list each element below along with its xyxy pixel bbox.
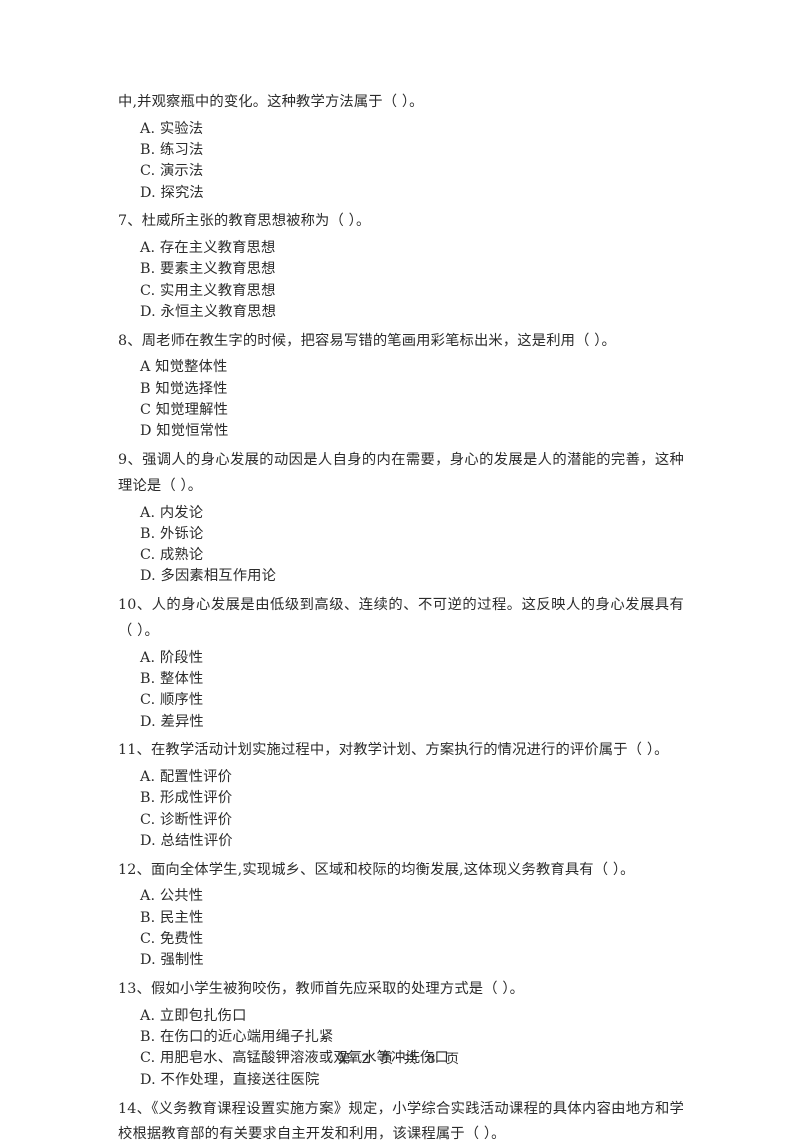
question-10: 10、人的身心发展是由低级到高级、连续的、不可逆的过程。这反映人的身心发展具有（…: [118, 593, 684, 733]
question-11: 11、在教学活动计划实施过程中，对教学计划、方案执行的情况进行的评价属于（ ）。…: [118, 738, 684, 852]
option-item[interactable]: D 知觉恒常性: [118, 421, 684, 442]
option-item[interactable]: D. 探究法: [118, 183, 684, 204]
option-item[interactable]: D. 多因素相互作用论: [118, 566, 684, 587]
option-item[interactable]: A. 公共性: [118, 886, 684, 907]
page-footer: 第 2 页 共 8 页: [337, 1052, 463, 1067]
option-item[interactable]: C. 免费性: [118, 929, 684, 950]
page-content: 中,并观察瓶中的变化。这种教学方法属于（ ）。 A. 实验法 B. 练习法 C.…: [118, 90, 684, 1148]
option-item[interactable]: B. 练习法: [118, 140, 684, 161]
option-item[interactable]: C. 诊断性评价: [118, 810, 684, 831]
question-stem: 9、强调人的身心发展的动因是人自身的内在需要，身心的发展是人的潜能的完善，这种理…: [118, 452, 684, 494]
option-item[interactable]: A. 阶段性: [118, 648, 684, 669]
option-item[interactable]: D. 不作处理，直接送往医院: [118, 1070, 684, 1091]
question-stem: 中,并观察瓶中的变化。这种教学方法属于（ ）。: [118, 94, 424, 110]
option-list: A. 阶段性 B. 整体性 C. 顺序性 D. 差异性: [118, 648, 684, 733]
question-13: 13、假如小学生被狗咬伤，教师首先应采取的处理方式是（ ）。 A. 立即包扎伤口…: [118, 977, 684, 1091]
question-stem: 12、面向全体学生,实现城乡、区域和校际的均衡发展,这体现义务教育具有（ ）。: [118, 861, 635, 878]
question-9: 9、强调人的身心发展的动因是人自身的内在需要，身心的发展是人的潜能的完善，这种理…: [118, 448, 684, 588]
option-item[interactable]: B. 形成性评价: [118, 788, 684, 809]
question-continuation: 中,并观察瓶中的变化。这种教学方法属于（ ）。 A. 实验法 B. 练习法 C.…: [118, 90, 684, 204]
question-stem: 8、周老师在教生字的时候，把容易写错的笔画用彩笔标出米，这是利用（ ）。: [118, 332, 616, 349]
question-14: 14、《义务教育课程设置实施方案》规定，小学综合实践活动课程的具体内容由地方和学…: [118, 1097, 684, 1148]
question-stem: 13、假如小学生被狗咬伤，教师首先应采取的处理方式是（ ）。: [118, 981, 525, 998]
option-item[interactable]: B. 要素主义教育思想: [118, 259, 684, 280]
option-item[interactable]: C. 顺序性: [118, 690, 684, 711]
option-list: A. 存在主义教育思想 B. 要素主义教育思想 C. 实用主义教育思想 D. 永…: [118, 238, 684, 323]
option-item[interactable]: D. 差异性: [118, 712, 684, 733]
question-7: 7、杜威所主张的教育思想被称为（ ）。 A. 存在主义教育思想 B. 要素主义教…: [118, 209, 684, 323]
option-item[interactable]: B. 在伤口的近心端用绳子扎紧: [118, 1027, 684, 1048]
question-12: 12、面向全体学生,实现城乡、区域和校际的均衡发展,这体现义务教育具有（ ）。 …: [118, 858, 684, 972]
option-list: A. 内发论 B. 外铄论 C. 成熟论 D. 多因素相互作用论: [118, 503, 684, 588]
option-item[interactable]: C. 成熟论: [118, 545, 684, 566]
exam-page: 中,并观察瓶中的变化。这种教学方法属于（ ）。 A. 实验法 B. 练习法 C.…: [0, 0, 800, 1142]
question-stem: 11、在教学活动计划实施过程中，对教学计划、方案执行的情况进行的评价属于（ ）。: [118, 742, 669, 759]
option-item[interactable]: B. 民主性: [118, 908, 684, 929]
option-item[interactable]: B. 整体性: [118, 669, 684, 690]
option-item[interactable]: D. 总结性评价: [118, 831, 684, 852]
option-list: A 知觉整体性 B 知觉选择性 C 知觉理解性 D 知觉恒常性: [118, 357, 684, 442]
option-list: A. 公共性 B. 民主性 C. 免费性 D. 强制性: [118, 886, 684, 971]
option-item[interactable]: D. 永恒主义教育思想: [118, 302, 684, 323]
option-item[interactable]: A 知觉整体性: [118, 357, 684, 378]
option-item[interactable]: C 知觉理解性: [118, 400, 684, 421]
question-stem: 14、《义务教育课程设置实施方案》规定，小学综合实践活动课程的具体内容由地方和学…: [118, 1100, 684, 1143]
option-item[interactable]: A. 立即包扎伤口: [118, 1006, 684, 1027]
option-item[interactable]: B 知觉选择性: [118, 379, 684, 400]
option-item[interactable]: D. 强制性: [118, 950, 684, 971]
option-item[interactable]: C. 演示法: [118, 161, 684, 182]
question-stem: 7、杜威所主张的教育思想被称为（ ）。: [118, 213, 371, 230]
question-8: 8、周老师在教生字的时候，把容易写错的笔画用彩笔标出米，这是利用（ ）。 A 知…: [118, 329, 684, 443]
option-item[interactable]: A. 配置性评价: [118, 767, 684, 788]
option-item[interactable]: B. 外铄论: [118, 524, 684, 545]
question-stem: 10、人的身心发展是由低级到高级、连续的、不可逆的过程。这反映人的身心发展具有（…: [118, 597, 684, 639]
option-item[interactable]: A. 存在主义教育思想: [118, 238, 684, 259]
option-list: A. 配置性评价 B. 形成性评价 C. 诊断性评价 D. 总结性评价: [118, 767, 684, 852]
option-item[interactable]: A. 实验法: [118, 119, 684, 140]
option-list: A. 实验法 B. 练习法 C. 演示法 D. 探究法: [118, 119, 684, 204]
option-item[interactable]: C. 实用主义教育思想: [118, 281, 684, 302]
option-item[interactable]: A. 内发论: [118, 503, 684, 524]
